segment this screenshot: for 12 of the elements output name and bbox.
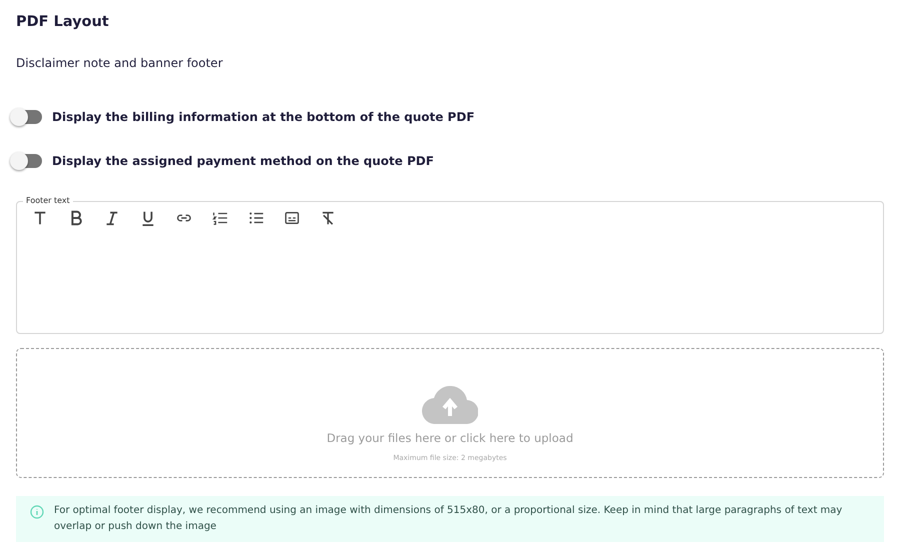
upload-instruction: Drag your files here or click here to upload bbox=[326, 430, 574, 447]
field-legend: Footer text bbox=[23, 197, 73, 206]
cloud-upload-icon bbox=[422, 386, 478, 424]
toggle-label: Display the billing information at the bottom of the quote PDF bbox=[52, 109, 475, 126]
footer-text-editor[interactable]: Footer text bbox=[16, 197, 884, 334]
toggle-switch[interactable] bbox=[12, 110, 42, 124]
info-icon bbox=[30, 505, 44, 520]
section-subtitle: Disclaimer note and banner footer bbox=[16, 55, 224, 72]
section-title: PDF Layout bbox=[16, 14, 110, 32]
info-text: For optimal footer display, we recommend using an image with dimensions of 515x80, or a proportional size. Keep in mind that large paragraphs of text may overlap or push down the image bbox=[54, 504, 844, 534]
toggle-label: Display the assigned payment method on the quote PDF bbox=[52, 153, 434, 170]
toggle-switch[interactable] bbox=[12, 154, 42, 168]
